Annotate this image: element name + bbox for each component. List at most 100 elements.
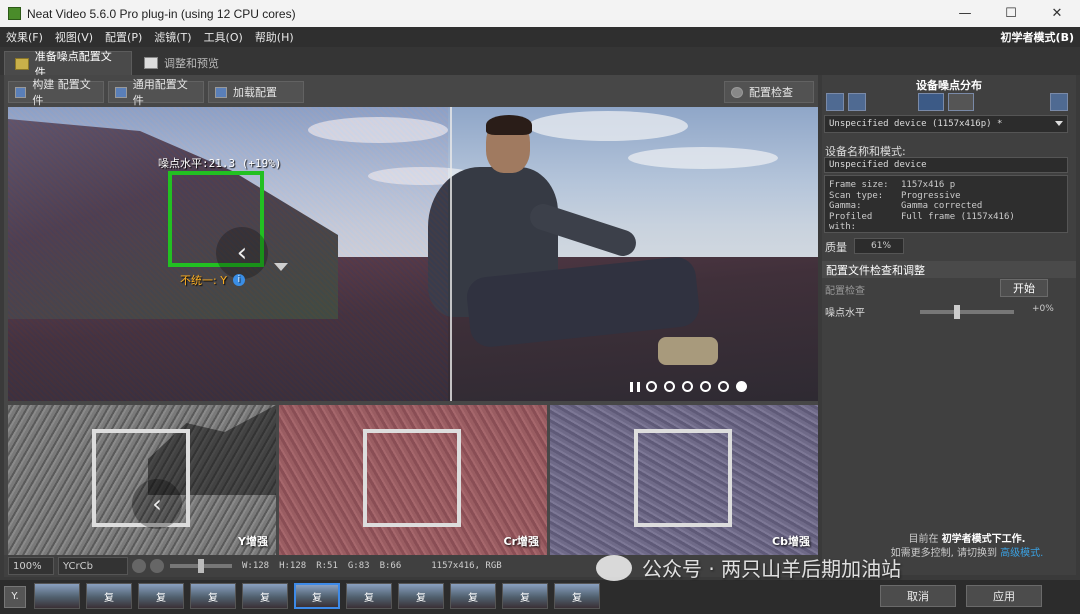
app-icon (8, 7, 21, 20)
pager-dot[interactable] (700, 381, 711, 392)
menu-effects[interactable]: 效果(F) (0, 29, 49, 45)
red-readout: R:51 (316, 561, 338, 571)
profile-check-label: 配置检查 (825, 286, 865, 297)
menu-tools[interactable]: 工具(O) (198, 29, 249, 45)
quality-indicator: 61% (854, 238, 904, 254)
pager-dot[interactable] (646, 381, 657, 392)
info-icon[interactable]: i (232, 274, 245, 286)
generic-profile-icon (115, 86, 127, 98)
profile-check-section: 配置文件检查和调整 (822, 261, 1076, 278)
zoom-slider[interactable] (170, 559, 232, 573)
green-readout: G:83 (347, 561, 370, 571)
profile-check-button[interactable]: 配置检查 (724, 81, 814, 103)
frame-thumbnail[interactable]: 复 (190, 583, 236, 609)
frame-thumbnail[interactable]: 复 (450, 583, 496, 609)
tab-row: 准备噪点配置文件 调整和预览 (0, 47, 1080, 79)
sitting-man (408, 115, 728, 401)
chevron-down-icon (1055, 121, 1063, 126)
build-profile-button[interactable]: 构建 配置文件 (8, 78, 104, 107)
device-info-box: Frame size: 1157x416 p Scan type: Progress… (824, 175, 1068, 233)
frame-thumbnail[interactable]: 复 (346, 583, 392, 609)
frame-thumbnail-selected[interactable]: 复 (294, 583, 340, 609)
noise-level-label: 噪点水平:21.3 (+19%) (158, 157, 282, 170)
preview-tab-icon (144, 57, 158, 69)
pager-dot[interactable] (664, 381, 675, 392)
frame-thumbnail[interactable]: 复 (502, 583, 548, 609)
maximize-button[interactable]: ☐ (988, 0, 1034, 27)
split-divider[interactable] (450, 107, 452, 401)
menu-help[interactable]: 帮助(H) (249, 29, 300, 45)
width-readout: W:128 (242, 561, 270, 571)
menu-bar: 效果(F) 视图(V) 配置(P) 滤镜(T) 工具(O) 帮助(H) 初学者模… (0, 27, 1080, 47)
filmstrip-menu-button[interactable]: Y. (4, 586, 26, 608)
start-button[interactable]: 开始 (1000, 279, 1048, 297)
tab-prepare-profile[interactable]: 准备噪点配置文件 (4, 50, 132, 79)
generic-profile-button[interactable]: 通用配置文件 (108, 78, 204, 107)
device-toolbar (822, 93, 1076, 113)
gear-icon (731, 86, 743, 98)
settings-icon[interactable] (1050, 93, 1068, 111)
menu-view[interactable]: 视图(V) (49, 29, 99, 45)
frame-thumbnail[interactable]: 复 (554, 583, 600, 609)
colorspace-select[interactable]: YCrCb (58, 557, 128, 575)
frame-thumbnail[interactable]: 复 (138, 583, 184, 609)
uniformity-label: 不统一: Y i (180, 272, 245, 288)
wechat-logo-icon (596, 554, 632, 581)
pager-dot[interactable] (682, 381, 693, 392)
open-folder-icon[interactable] (826, 93, 844, 111)
profile-tab-icon (15, 57, 29, 70)
device-noise-panel: 设备噪点分布 Unspecified device (1157x416p) * … (822, 75, 1076, 575)
watermark: 公众号 · 两只山羊后期加油站 (596, 553, 901, 582)
device-dropdown-icon[interactable] (918, 93, 944, 111)
frame-info-readout: 1157x416, RGB (431, 561, 502, 571)
minimize-button[interactable]: — (942, 0, 988, 27)
pause-icon[interactable] (630, 381, 640, 392)
mode-toggle[interactable]: 初学者模式(B) (1001, 29, 1074, 45)
cr-channel-label: Cr增强 (503, 535, 540, 548)
y-channel-panel[interactable]: ‹ Y增强 (8, 405, 276, 555)
title-bar: Neat Video 5.6.0 Pro plug-in (using 12 C… (0, 0, 1080, 27)
prev-arrow-icon[interactable]: ‹ (132, 479, 182, 529)
zoom-select[interactable]: 100% (8, 557, 54, 575)
dropdown-triangle-icon[interactable] (274, 263, 288, 271)
channel-panels: ‹ Y增强 Cr增强 Cb增强 (8, 405, 818, 555)
frame-pager (630, 381, 754, 392)
menu-filter[interactable]: 滤镜(T) (148, 29, 197, 45)
cb-analysis-box[interactable] (634, 429, 732, 527)
noise-level-value: +0% (1032, 304, 1054, 314)
noise-level-slider[interactable] (920, 305, 1014, 319)
advanced-mode-link[interactable]: 高级模式. (1000, 548, 1043, 559)
main-area: 构建 配置文件 通用配置文件 加载配置 配置检查 噪点水平:21.3 (+19%… (4, 75, 818, 555)
device-name-field[interactable]: Unspecified device (824, 157, 1068, 173)
pager-dot[interactable] (718, 381, 729, 392)
frame-thumbnail[interactable]: 复 (398, 583, 444, 609)
pager-dot-active[interactable] (736, 381, 747, 392)
device-dropdown-icon[interactable] (948, 93, 974, 111)
cb-channel-label: Cb增强 (772, 535, 810, 548)
build-icon (15, 86, 27, 98)
profile-toolbar: 构建 配置文件 通用配置文件 加载配置 配置检查 (4, 75, 818, 107)
save-icon[interactable] (848, 93, 866, 111)
tab-adjust-preview[interactable]: 调整和预览 (134, 51, 234, 75)
pointer-icon[interactable] (150, 559, 164, 573)
panel-title: 设备噪点分布 (916, 79, 982, 92)
window-title: Neat Video 5.6.0 Pro plug-in (using 12 C… (27, 6, 296, 21)
close-button[interactable]: ✕ (1034, 0, 1080, 27)
cr-analysis-box[interactable] (363, 429, 461, 527)
apply-button[interactable]: 应用 (966, 585, 1042, 607)
menu-profile[interactable]: 配置(P) (99, 29, 148, 45)
hand-icon[interactable] (132, 559, 146, 573)
folder-icon (215, 86, 227, 98)
frame-thumbnail[interactable]: 复 (242, 583, 288, 609)
frame-thumbnail[interactable] (34, 583, 80, 609)
cb-channel-panel[interactable]: Cb增强 (550, 405, 818, 555)
load-profile-button[interactable]: 加载配置 (208, 81, 304, 103)
video-viewer[interactable]: 噪点水平:21.3 (+19%) ‹ 不统一: Y i (8, 107, 818, 401)
frame-thumbnail[interactable]: 复 (86, 583, 132, 609)
blue-readout: B:66 (379, 561, 402, 571)
analysis-area-box[interactable]: ‹ (168, 171, 268, 279)
cr-channel-panel[interactable]: Cr增强 (279, 405, 547, 555)
device-select[interactable]: Unspecified device (1157x416p) * (824, 115, 1068, 133)
quality-label: 质量 (825, 241, 847, 254)
cancel-button[interactable]: 取消 (880, 585, 956, 607)
